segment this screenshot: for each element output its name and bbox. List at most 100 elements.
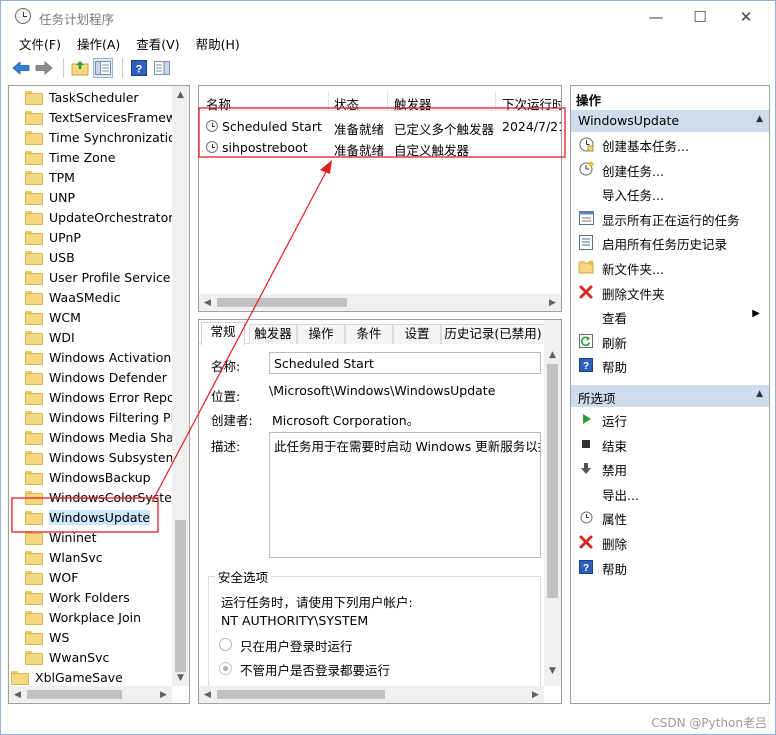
- tab-conditions[interactable]: 条件: [345, 324, 393, 344]
- tree-vertical-scrollbar[interactable]: ▲ ▼: [172, 86, 189, 686]
- action-item[interactable]: 结束: [571, 433, 769, 455]
- tree-scroll-thumb[interactable]: [175, 520, 186, 672]
- tree-item[interactable]: UPnP: [25, 227, 81, 247]
- run-whether-logged-on-radio[interactable]: [219, 662, 232, 675]
- actions-section-windowsupdate[interactable]: WindowsUpdate ▲: [571, 110, 769, 132]
- action-item[interactable]: 启用所有任务历史记录: [571, 231, 769, 253]
- scroll-down-arrow-icon[interactable]: ▼: [172, 669, 189, 686]
- tree-item[interactable]: WlanSvc: [25, 547, 103, 567]
- tree-item[interactable]: Windows Activation T: [25, 347, 183, 367]
- scroll-left-arrow-icon[interactable]: ◀: [9, 686, 26, 703]
- action-item[interactable]: ? 帮助: [571, 354, 769, 376]
- action-item[interactable]: 属性: [571, 506, 769, 528]
- scroll-up-arrow-icon[interactable]: ▲: [172, 86, 189, 103]
- description-field[interactable]: 此任务用于在需要时启动 Windows 更新服务以执: [269, 432, 541, 558]
- scroll-down-arrow-icon[interactable]: ▼: [544, 662, 561, 679]
- tree-item[interactable]: XblGameSave: [11, 667, 123, 687]
- task-library-tree[interactable]: TaskScheduler TextServicesFramewo Time Syn…: [8, 85, 190, 704]
- tree-item[interactable]: TPM: [25, 167, 75, 187]
- list-horizontal-scrollbar[interactable]: ◀ ▶: [199, 294, 561, 311]
- name-field[interactable]: Scheduled Start: [269, 352, 541, 374]
- scroll-left-arrow-icon[interactable]: ◀: [199, 294, 216, 311]
- tab-settings[interactable]: 设置: [393, 324, 441, 344]
- action-item[interactable]: 显示所有正在运行的任务: [571, 207, 769, 229]
- details-horizontal-scrollbar[interactable]: ◀ ▶: [199, 686, 544, 703]
- tab-triggers[interactable]: 触发器: [249, 324, 297, 344]
- actions-section-selected-item[interactable]: 所选项 ▲: [571, 385, 769, 407]
- scroll-right-arrow-icon[interactable]: ▶: [155, 686, 172, 703]
- tree-item[interactable]: Windows Filtering Pla: [25, 407, 182, 427]
- column-name[interactable]: 名称: [206, 94, 231, 113]
- scroll-right-arrow-icon[interactable]: ▶: [544, 294, 561, 311]
- menu-action[interactable]: 操作(A): [69, 34, 128, 53]
- tree-item[interactable]: WCM: [25, 307, 81, 327]
- tree-item[interactable]: Time Zone: [25, 147, 115, 167]
- tree-item[interactable]: USB: [25, 247, 75, 267]
- tree-item[interactable]: UpdateOrchestrator: [25, 207, 173, 227]
- action-item[interactable]: 删除文件夹: [571, 281, 769, 303]
- up-folder-icon[interactable]: [70, 58, 90, 78]
- tree-item[interactable]: Windows Defender: [25, 367, 167, 387]
- menu-view[interactable]: 查看(V): [128, 34, 187, 53]
- tree-item[interactable]: TaskScheduler: [25, 87, 139, 107]
- tree-item[interactable]: WindowsBackup: [25, 467, 151, 487]
- tree-item[interactable]: WindowsUpdate: [25, 507, 151, 527]
- tree-item[interactable]: WS: [25, 627, 69, 647]
- action-item[interactable]: 查看 ▶: [571, 305, 769, 327]
- scroll-left-arrow-icon[interactable]: ◀: [199, 686, 216, 703]
- collapse-arrow-icon[interactable]: ▲: [756, 114, 763, 124]
- tree-item[interactable]: UNP: [25, 187, 75, 207]
- tab-history[interactable]: 历史记录(已禁用): [441, 324, 545, 344]
- tree-hscroll-thumb[interactable]: [27, 690, 122, 699]
- run-only-logged-on-radio[interactable]: [219, 638, 232, 651]
- details-scroll-thumb[interactable]: [547, 364, 558, 598]
- column-trigger[interactable]: 触发器: [394, 94, 432, 113]
- scroll-up-arrow-icon[interactable]: ▲: [544, 346, 561, 363]
- minimize-button[interactable]: —: [633, 1, 679, 32]
- help-icon[interactable]: ?: [129, 58, 149, 78]
- action-item[interactable]: 导入任务...: [571, 182, 769, 204]
- action-pane-icon[interactable]: [152, 58, 172, 78]
- tree-item[interactable]: Workplace Join: [25, 607, 141, 627]
- close-button[interactable]: ✕: [723, 1, 769, 32]
- collapse-arrow-icon[interactable]: ▲: [756, 389, 763, 399]
- action-item[interactable]: 刷新: [571, 330, 769, 352]
- back-arrow-icon[interactable]: [11, 58, 31, 78]
- list-hscroll-thumb[interactable]: [217, 298, 347, 307]
- tree-item[interactable]: Time Synchronization: [25, 127, 184, 147]
- action-item[interactable]: 导出...: [571, 482, 769, 504]
- tree-item[interactable]: TextServicesFramewo: [25, 107, 184, 127]
- menu-file[interactable]: 文件(F): [11, 34, 69, 53]
- column-status[interactable]: 状态: [334, 94, 359, 113]
- tree-item[interactable]: WDI: [25, 327, 75, 347]
- task-list[interactable]: 名称 状态 触发器 下次运行时 Scheduled Start 准备就绪 已定义…: [198, 85, 562, 312]
- tree-item[interactable]: WaaSMedic: [25, 287, 121, 307]
- tree-item[interactable]: Windows Media Shar: [25, 427, 179, 447]
- details-vertical-scrollbar[interactable]: ▲ ▼: [544, 320, 561, 686]
- tab-actions[interactable]: 操作: [297, 324, 345, 344]
- tab-general[interactable]: 常规: [201, 322, 245, 345]
- show-tree-icon[interactable]: [93, 57, 113, 78]
- tree-item[interactable]: Wininet: [25, 527, 96, 547]
- action-item[interactable]: 禁用: [571, 457, 769, 479]
- task-row[interactable]: sihpostreboot 准备就绪 自定义触发器: [199, 138, 561, 158]
- details-hscroll-thumb[interactable]: [217, 690, 385, 699]
- tree-item[interactable]: User Profile Service: [25, 267, 171, 287]
- action-item[interactable]: ? 帮助: [571, 556, 769, 578]
- tree-item[interactable]: WOF: [25, 567, 78, 587]
- action-item[interactable]: 新文件夹...: [571, 256, 769, 278]
- column-next-run[interactable]: 下次运行时: [502, 94, 561, 113]
- maximize-button[interactable]: ☐: [677, 1, 723, 32]
- tree-item[interactable]: Work Folders: [25, 587, 130, 607]
- tree-item[interactable]: Windows Subsystem: [25, 447, 178, 467]
- tree-horizontal-scrollbar[interactable]: ◀ ▶: [9, 686, 172, 703]
- action-item[interactable]: 创建任务...: [571, 158, 769, 180]
- menu-help[interactable]: 帮助(H): [188, 34, 248, 53]
- action-item[interactable]: 运行: [571, 408, 769, 430]
- tree-item[interactable]: WwanSvc: [25, 647, 109, 667]
- scroll-right-arrow-icon[interactable]: ▶: [527, 686, 544, 703]
- forward-arrow-icon[interactable]: [34, 58, 54, 78]
- task-row[interactable]: Scheduled Start 准备就绪 已定义多个触发器 2024/7/21: [199, 117, 561, 137]
- action-item[interactable]: 删除: [571, 531, 769, 553]
- tree-item[interactable]: WindowsColorSystem: [25, 487, 184, 507]
